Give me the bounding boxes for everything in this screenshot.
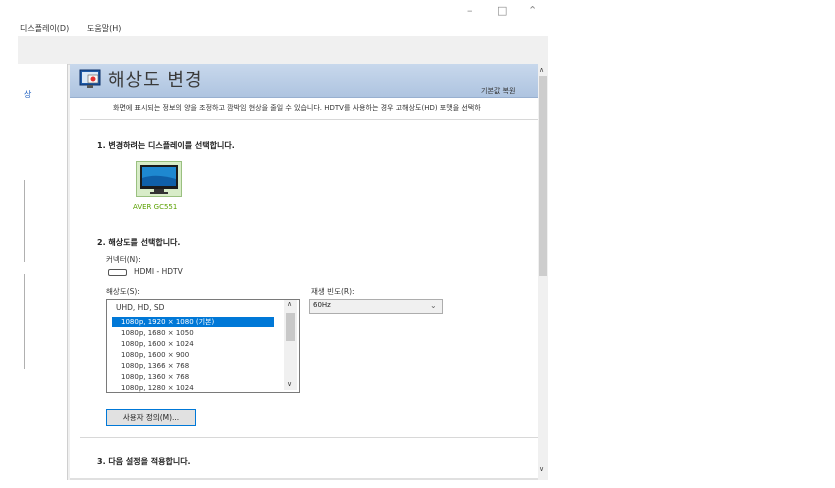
resolution-group-header: UHD, HD, SD xyxy=(116,303,165,312)
sidebar-link[interactable]: 상 xyxy=(24,89,31,100)
scroll-down-icon[interactable]: ∨ xyxy=(287,380,292,388)
resolution-option[interactable]: 1080p, 1600 × 900 xyxy=(112,350,274,360)
section-2-title: 2. 해상도를 선택합니다. xyxy=(97,238,181,247)
content-horizontal-scrollbar[interactable] xyxy=(70,478,538,480)
minimize-button[interactable]: – xyxy=(467,4,473,17)
divider xyxy=(80,119,538,120)
page-title: 해상도 변경 xyxy=(108,70,203,91)
divider xyxy=(80,437,538,438)
section-1-title: 1. 변경하려는 디스플레이를 선택합니다. xyxy=(97,141,235,150)
resolution-option[interactable]: 1080p, 1366 × 768 xyxy=(112,361,274,371)
scroll-up-icon[interactable]: ∧ xyxy=(287,300,292,308)
task-pane xyxy=(18,64,68,480)
content-scroll-thumb[interactable] xyxy=(539,76,547,276)
scroll-down-icon[interactable]: ∨ xyxy=(539,465,544,473)
resolution-option[interactable]: 1080p, 1280 × 1024 xyxy=(112,383,274,392)
monitor-label: AVER GC551 xyxy=(133,203,178,211)
menu-bar: 디스플레이(D) 도움말(H) xyxy=(18,20,548,36)
close-button[interactable]: ⌃ xyxy=(528,4,537,17)
connector-value: HDMI - HDTV xyxy=(134,267,183,276)
title-bar: – □ ⌃ xyxy=(18,0,548,20)
resolution-option[interactable]: 1080p, 1920 × 1080 (기본) xyxy=(112,317,274,327)
monitor-icon[interactable] xyxy=(136,161,182,197)
chevron-down-icon[interactable]: ⌄ xyxy=(430,301,437,310)
tree-guide-line xyxy=(24,180,25,262)
refresh-rate-label: 재생 빈도(R): xyxy=(311,287,355,296)
resolution-option[interactable]: 1080p, 1680 × 1050 xyxy=(112,328,274,338)
resolution-option[interactable]: 1080p, 1600 × 1024 xyxy=(112,339,274,349)
customize-button[interactable]: 사용자 정의(M)... xyxy=(106,409,196,426)
restore-defaults-link[interactable]: 기본값 복원 xyxy=(481,86,515,96)
scroll-up-icon[interactable]: ∧ xyxy=(539,66,544,74)
menu-help[interactable]: 도움말(H) xyxy=(87,23,121,34)
tree-guide-line xyxy=(24,274,25,369)
menu-display[interactable]: 디스플레이(D) xyxy=(20,23,69,34)
section-3-title: 3. 다음 설정을 적용합니다. xyxy=(97,457,191,466)
toolbar xyxy=(18,36,548,65)
connector-label: 커넥터(N): xyxy=(106,255,141,264)
resolution-option[interactable]: 1080p, 1360 × 768 xyxy=(112,372,274,382)
resolution-label: 해상도(S): xyxy=(106,287,140,296)
resolution-listbox[interactable]: UHD, HD, SD 1080p, 1920 × 1080 (기본) 1080… xyxy=(106,299,300,393)
page-description: 화면에 표시되는 정보의 양을 조정하고 깜박임 현상을 줄일 수 있습니다. … xyxy=(113,104,481,112)
maximize-button[interactable]: □ xyxy=(497,4,507,17)
display-settings-icon xyxy=(79,69,101,88)
resolution-list-scroll-thumb[interactable] xyxy=(286,313,295,341)
refresh-rate-value: 60Hz xyxy=(313,301,331,309)
hdmi-connector-icon xyxy=(108,269,127,276)
